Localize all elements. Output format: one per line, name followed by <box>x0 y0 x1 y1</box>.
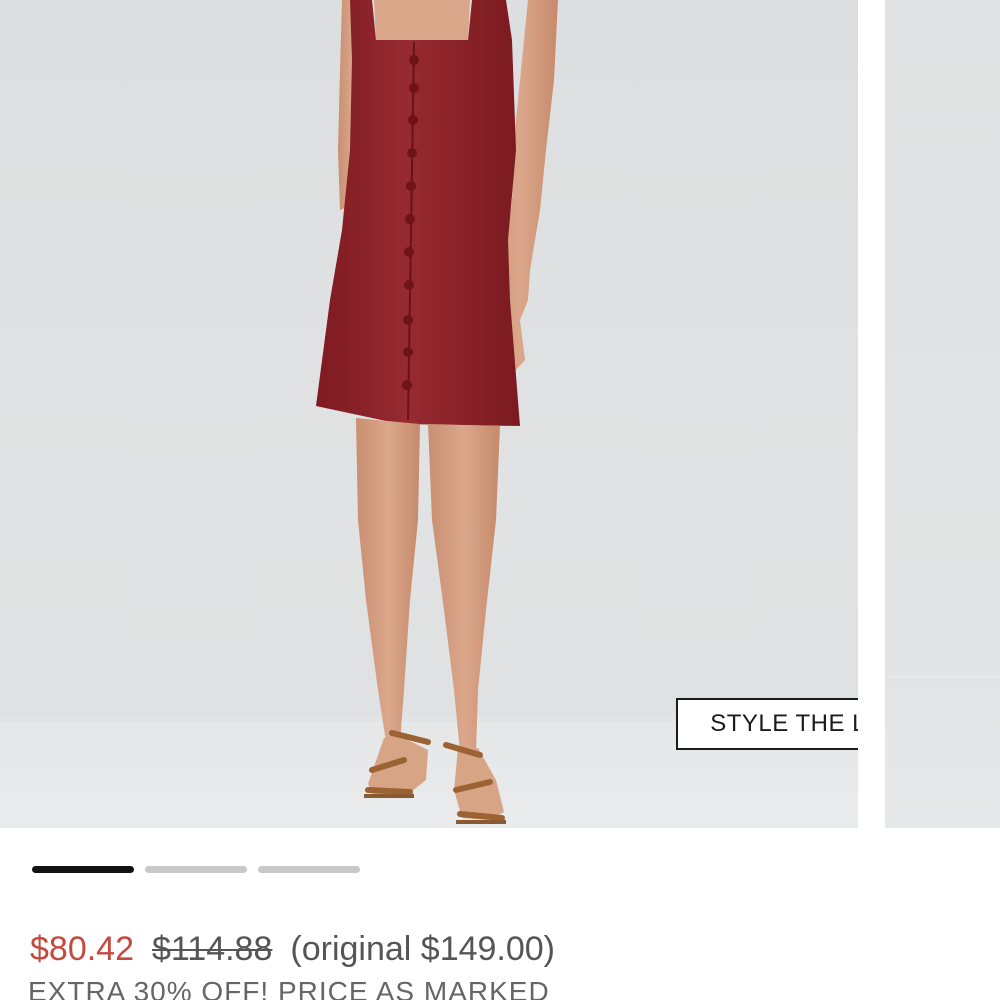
pagination-indicator-3[interactable] <box>258 866 360 873</box>
left-leg <box>356 418 420 742</box>
product-page: STYLE THE LOOK $80.42 $114.88 (original … <box>0 0 1000 1000</box>
pagination-indicator-2[interactable] <box>145 866 247 873</box>
price-row: $80.42 $114.88 (original $149.00) <box>30 930 555 969</box>
sale-price: $80.42 <box>30 930 134 968</box>
next-product-image-slide[interactable] <box>885 0 1000 828</box>
was-price: $114.88 <box>152 930 273 968</box>
carousel-pagination <box>32 866 360 873</box>
right-leg <box>428 424 500 752</box>
style-the-look-button[interactable]: STYLE THE LOOK <box>676 698 858 750</box>
product-image-carousel[interactable]: STYLE THE LOOK <box>0 0 1000 828</box>
product-image-slide[interactable]: STYLE THE LOOK <box>0 0 858 828</box>
dress-neckline <box>374 0 470 40</box>
original-price: (original $149.00) <box>290 930 556 968</box>
pagination-indicator-1[interactable] <box>32 866 134 873</box>
promo-message: EXTRA 30% OFF! PRICE AS MARKED <box>28 976 550 1000</box>
studio-floor-line <box>885 676 1000 678</box>
